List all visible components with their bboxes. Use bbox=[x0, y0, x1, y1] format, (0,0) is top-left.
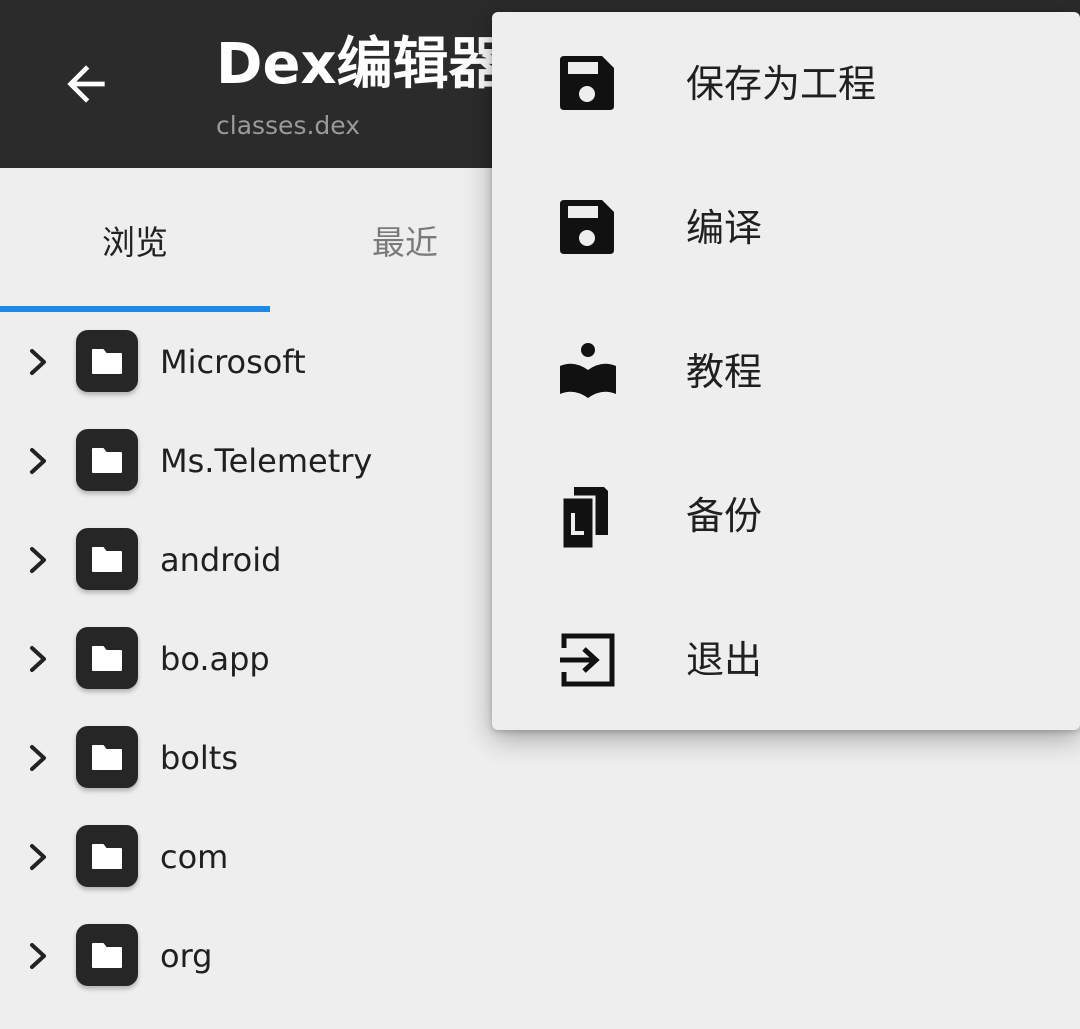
menu-item-tutorial[interactable]: 教程 bbox=[492, 300, 1080, 444]
overflow-menu: 保存为工程 编译 教程 备份 退出 bbox=[492, 12, 1080, 730]
menu-item-label: 编译 bbox=[686, 206, 763, 250]
menu-item-label: 教程 bbox=[686, 350, 763, 394]
chevron-right-icon[interactable] bbox=[24, 840, 54, 874]
folder-icon bbox=[76, 924, 138, 986]
tree-item-label: com bbox=[160, 838, 229, 876]
tree-row[interactable]: org bbox=[0, 906, 1080, 1005]
page-title: Dex编辑器 bbox=[216, 32, 505, 97]
menu-item-exit[interactable]: 退出 bbox=[492, 588, 1080, 732]
chevron-right-icon[interactable] bbox=[24, 741, 54, 775]
page-subtitle: classes.dex bbox=[216, 111, 361, 140]
chevron-right-icon[interactable] bbox=[24, 543, 54, 577]
folder-icon bbox=[76, 429, 138, 491]
menu-item-backup[interactable]: 备份 bbox=[492, 444, 1080, 588]
folder-icon bbox=[76, 627, 138, 689]
save-icon bbox=[560, 56, 614, 110]
chevron-right-icon[interactable] bbox=[24, 345, 54, 379]
menu-item-compile[interactable]: 编译 bbox=[492, 156, 1080, 300]
tree-row[interactable]: com bbox=[0, 807, 1080, 906]
arrow-back-icon bbox=[67, 65, 105, 103]
file-copy-icon bbox=[560, 487, 608, 548]
tree-item-label: android bbox=[160, 541, 282, 579]
menu-item-save-as-project[interactable]: 保存为工程 bbox=[492, 12, 1080, 156]
tree-item-label: Microsoft bbox=[160, 343, 306, 381]
chevron-right-icon[interactable] bbox=[24, 642, 54, 676]
tab-browse[interactable]: 浏览 bbox=[0, 168, 270, 312]
menu-item-label: 保存为工程 bbox=[686, 62, 877, 106]
tree-item-label: Ms.Telemetry bbox=[160, 442, 373, 480]
menu-item-label: 备份 bbox=[686, 494, 763, 538]
folder-icon bbox=[76, 825, 138, 887]
tree-item-label: org bbox=[160, 937, 213, 975]
save-icon bbox=[560, 200, 614, 254]
back-button[interactable] bbox=[46, 44, 126, 124]
tree-item-label: bo.app bbox=[160, 640, 270, 678]
chevron-right-icon[interactable] bbox=[24, 444, 54, 478]
folder-icon bbox=[76, 528, 138, 590]
exit-icon bbox=[560, 633, 615, 687]
folder-icon bbox=[76, 330, 138, 392]
folder-icon bbox=[76, 726, 138, 788]
tree-item-label: bolts bbox=[160, 739, 238, 777]
book-reader-icon bbox=[560, 343, 616, 398]
menu-item-label: 退出 bbox=[686, 638, 763, 682]
chevron-right-icon[interactable] bbox=[24, 939, 54, 973]
